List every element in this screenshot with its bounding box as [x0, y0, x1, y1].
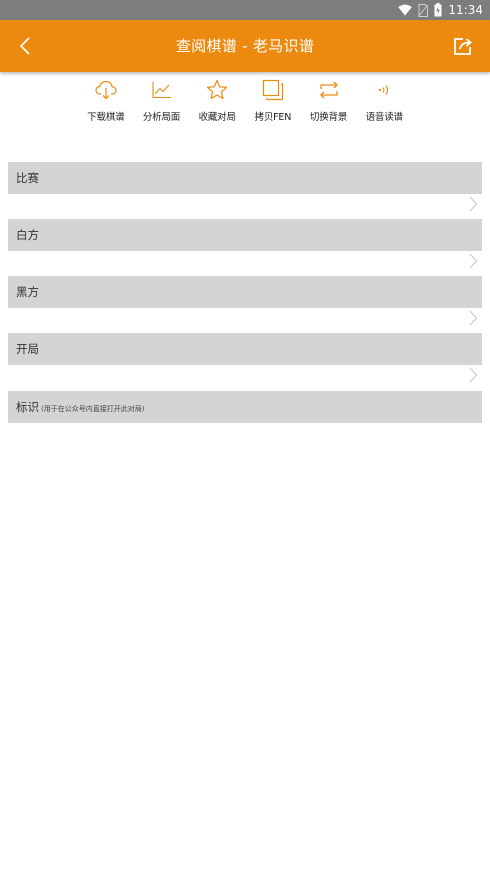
wifi-icon — [398, 4, 413, 16]
section-label-opening: 开局 — [16, 342, 39, 356]
switch-background-label: 切换背景 — [309, 112, 348, 123]
chevron-right-icon — [469, 367, 478, 383]
copy-fen-label: 拷贝FEN — [254, 112, 292, 123]
voice-read-button[interactable]: 语音读谱 — [356, 78, 412, 124]
section-header-opening: 开局 — [8, 333, 482, 365]
battery-charging-icon — [434, 3, 442, 17]
download-game-label: 下载棋谱 — [87, 112, 125, 123]
favorite-game-label: 收藏对局 — [198, 112, 236, 123]
favorite-game-button[interactable]: 收藏对局 — [189, 78, 245, 124]
section-hint-identifier: (用于在公众号内直接打开此对局) — [41, 405, 145, 413]
section-row-event[interactable] — [8, 195, 482, 220]
share-icon[interactable] — [452, 35, 474, 57]
chevron-right-icon — [469, 253, 478, 269]
section-label-white: 白方 — [16, 228, 39, 242]
chevron-right-icon — [469, 310, 478, 326]
copy-icon — [261, 78, 285, 102]
swap-icon — [317, 78, 341, 102]
no-sim-icon — [418, 3, 429, 17]
section-row-white[interactable] — [8, 252, 482, 277]
section-label-event: 比赛 — [16, 171, 39, 185]
copy-fen-button[interactable]: 拷贝FEN — [245, 78, 301, 124]
section-row-black[interactable] — [8, 309, 482, 334]
page-title: 查阅棋谱 - 老马识谱 — [175, 37, 315, 55]
section-header-identifier: 标识 (用于在公众号内直接打开此对局) — [8, 391, 482, 423]
chevron-right-icon — [469, 196, 478, 212]
voice-read-label: 语音读谱 — [365, 112, 403, 123]
section-label-black: 黑方 — [16, 285, 39, 299]
download-game-button[interactable]: 下载棋谱 — [78, 78, 134, 124]
section-header-event: 比赛 — [8, 162, 482, 194]
status-bar: 11:34 — [0, 0, 490, 20]
analyze-position-button[interactable]: 分析局面 — [134, 78, 190, 124]
section-header-black: 黑方 — [8, 276, 482, 308]
analyze-position-label: 分析局面 — [142, 112, 181, 123]
cloud-download-icon — [94, 78, 118, 102]
app-bar: 查阅棋谱 - 老马识谱 — [0, 20, 490, 72]
action-toolbar: 下载棋谱 分析局面 收藏对局 拷贝FEN 切换背景 语音读谱 — [78, 78, 412, 124]
section-header-white: 白方 — [8, 219, 482, 251]
star-icon — [205, 78, 229, 102]
section-label-identifier: 标识 — [16, 400, 39, 414]
sound-wave-icon — [372, 78, 396, 102]
section-row-opening[interactable] — [8, 366, 482, 391]
line-chart-icon — [150, 78, 174, 102]
status-time: 11:34 — [448, 3, 483, 17]
switch-background-button[interactable]: 切换背景 — [301, 78, 357, 124]
